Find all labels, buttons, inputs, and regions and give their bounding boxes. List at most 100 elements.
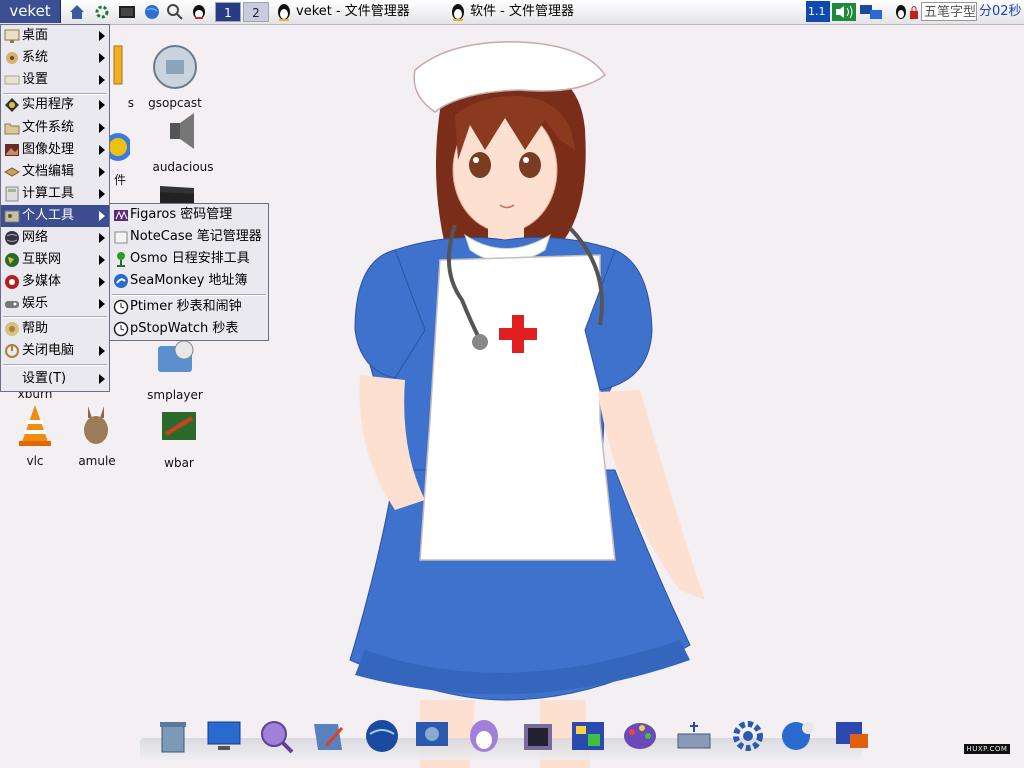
menu-item-internet[interactable]: 互联网 [1,249,109,271]
dock-screenshot-icon[interactable] [832,716,872,756]
submenu-arrow-icon [99,211,105,221]
addressbook-icon [114,274,128,288]
penguin-icon [278,4,290,21]
desktop-icon-wbar[interactable]: wbar [144,404,214,470]
menu-item-utilities[interactable]: 实用程序 [1,94,109,116]
help-icon [5,322,19,336]
workspace-1-button[interactable]: 1 [215,2,241,22]
stopwatch-icon [113,321,129,337]
network-monitor-icon[interactable] [858,3,886,21]
menu-item-graphics[interactable]: 图像处理 [1,139,109,161]
dock-terminal-icon[interactable] [518,716,558,756]
submenu-item-seamonkey[interactable]: SeaMonkey 地址簿 [110,270,268,292]
calendar-pin-icon [117,252,125,267]
submenu-arrow-icon [99,167,105,177]
home-icon[interactable] [68,3,86,21]
calculator-icon [5,186,19,202]
dock-image-viewer-icon[interactable] [568,716,608,756]
dock-monitor-icon[interactable] [204,716,244,756]
task-file-manager-software[interactable]: 软件 - 文件管理器 [450,2,640,22]
menu-item-settings[interactable]: 设置 [1,69,109,91]
desktop-icon-label: vlc [26,454,44,468]
input-method-indicator[interactable]: 五笔字型 [921,2,977,21]
desktop-icon-label: smplayer [147,388,203,402]
penguin-tray-icon[interactable] [894,3,908,21]
menu-item-calculator[interactable]: 计算工具 [1,183,109,205]
task-file-manager-veket[interactable]: veket - 文件管理器 [276,2,466,22]
terminal-icon[interactable] [118,3,136,21]
menu-item-network[interactable]: 网络 [1,227,109,249]
gear-icon[interactable] [93,3,111,21]
wbar-icon [162,412,196,440]
submenu-item-notecase[interactable]: NoteCase 笔记管理器 [110,226,268,248]
workspace-2-button[interactable]: 2 [243,2,269,22]
submenu-arrow-icon [99,299,105,309]
submenu-item-osmo[interactable]: Osmo 日程安排工具 [110,248,268,270]
lock-icon[interactable] [909,3,919,21]
submenu-item-pstopwatch[interactable]: pStopWatch 秒表 [110,318,268,340]
dock-usb-drive-icon[interactable] [674,716,714,756]
submenu-arrow-icon [99,255,105,265]
menu-item-shutdown[interactable]: 关闭电脑 [1,340,109,362]
menu-item-personal-tools[interactable]: 个人工具 [1,205,109,227]
menu-item-system[interactable]: 系统 [1,47,109,69]
internet-icon [5,253,19,267]
submenu-arrow-icon [99,31,105,41]
menu-item-config[interactable]: 设置(T) [1,368,109,390]
globe-icon[interactable] [143,3,161,21]
desktop-icon-vlc[interactable]: vlc [0,402,70,468]
amule-mule-icon [84,406,108,444]
shutdown-icon [5,344,19,358]
dock-help-icon[interactable] [778,716,818,756]
desktop-icon-gsopcast[interactable]: gsopcast [140,44,210,110]
dock-paint-palette-icon[interactable] [620,716,660,756]
submenu-item-ptimer[interactable]: Ptimer 秒表和闹钟 [110,296,268,318]
task-label: 软件 - 文件管理器 [470,4,574,19]
dock-trash-icon[interactable] [152,716,192,756]
submenu-arrow-icon [99,277,105,287]
submenu-arrow-icon [99,145,105,155]
menu-item-filesystem[interactable]: 文件系统 [1,117,109,139]
search-icon[interactable] [166,3,184,21]
qq-penguin-icon[interactable] [190,3,208,21]
document-icon [4,167,20,177]
dock-search-icon[interactable] [256,716,296,756]
start-menu: 桌面 系统 设置 实用程序 文件系统 图像处理 文档编辑 计算工具 个人工具 网… [0,24,110,392]
gsopcast-icon [153,45,197,89]
dock-penguin-icon[interactable] [464,716,504,756]
menu-item-games[interactable]: 娱乐 [1,293,109,315]
submenu-item-figaros[interactable]: Figaros 密码管理 [110,204,268,226]
network-icon [5,231,19,245]
clapper-icon [160,186,194,204]
desktop-icon [4,29,20,43]
submenu-arrow-icon [99,346,105,356]
menu-separator [3,364,107,366]
start-menu-button[interactable]: veket [0,0,61,23]
desktop-icon-label: amule [78,454,116,468]
desktop-icon-audacious[interactable]: audacious [148,108,218,174]
desktop-icon-label: audacious [152,160,214,174]
dock-editor-icon[interactable] [308,716,348,756]
system-icon [6,52,18,64]
password-manager-icon [114,210,128,221]
watermark-text: HUXP.COM [964,744,1010,754]
clock-display[interactable]: 1.1 [806,1,830,22]
dock-settings-gear-icon[interactable] [728,716,768,756]
menu-item-documents[interactable]: 文档编辑 [1,161,109,183]
vlc-cone-icon [19,405,51,446]
menu-item-multimedia[interactable]: 多媒体 [1,271,109,293]
dock-display-icon[interactable] [412,716,452,756]
menu-item-help[interactable]: 帮助 [1,318,109,340]
timer-text: 分02秒 [979,4,1022,19]
task-label: veket - 文件管理器 [296,4,410,19]
submenu-arrow-icon [99,53,105,63]
submenu-arrow-icon [99,189,105,199]
submenu-arrow-icon [99,374,105,384]
desktop-icon-amule[interactable]: amule [62,402,132,468]
volume-icon[interactable] [832,3,856,21]
menu-item-desktop[interactable]: 桌面 [1,25,109,47]
filesystem-icon [4,123,20,135]
settings-icon [4,75,20,85]
desktop-icon-smplayer[interactable]: smplayer [140,336,210,402]
dock-network-globe-icon[interactable] [362,716,402,756]
